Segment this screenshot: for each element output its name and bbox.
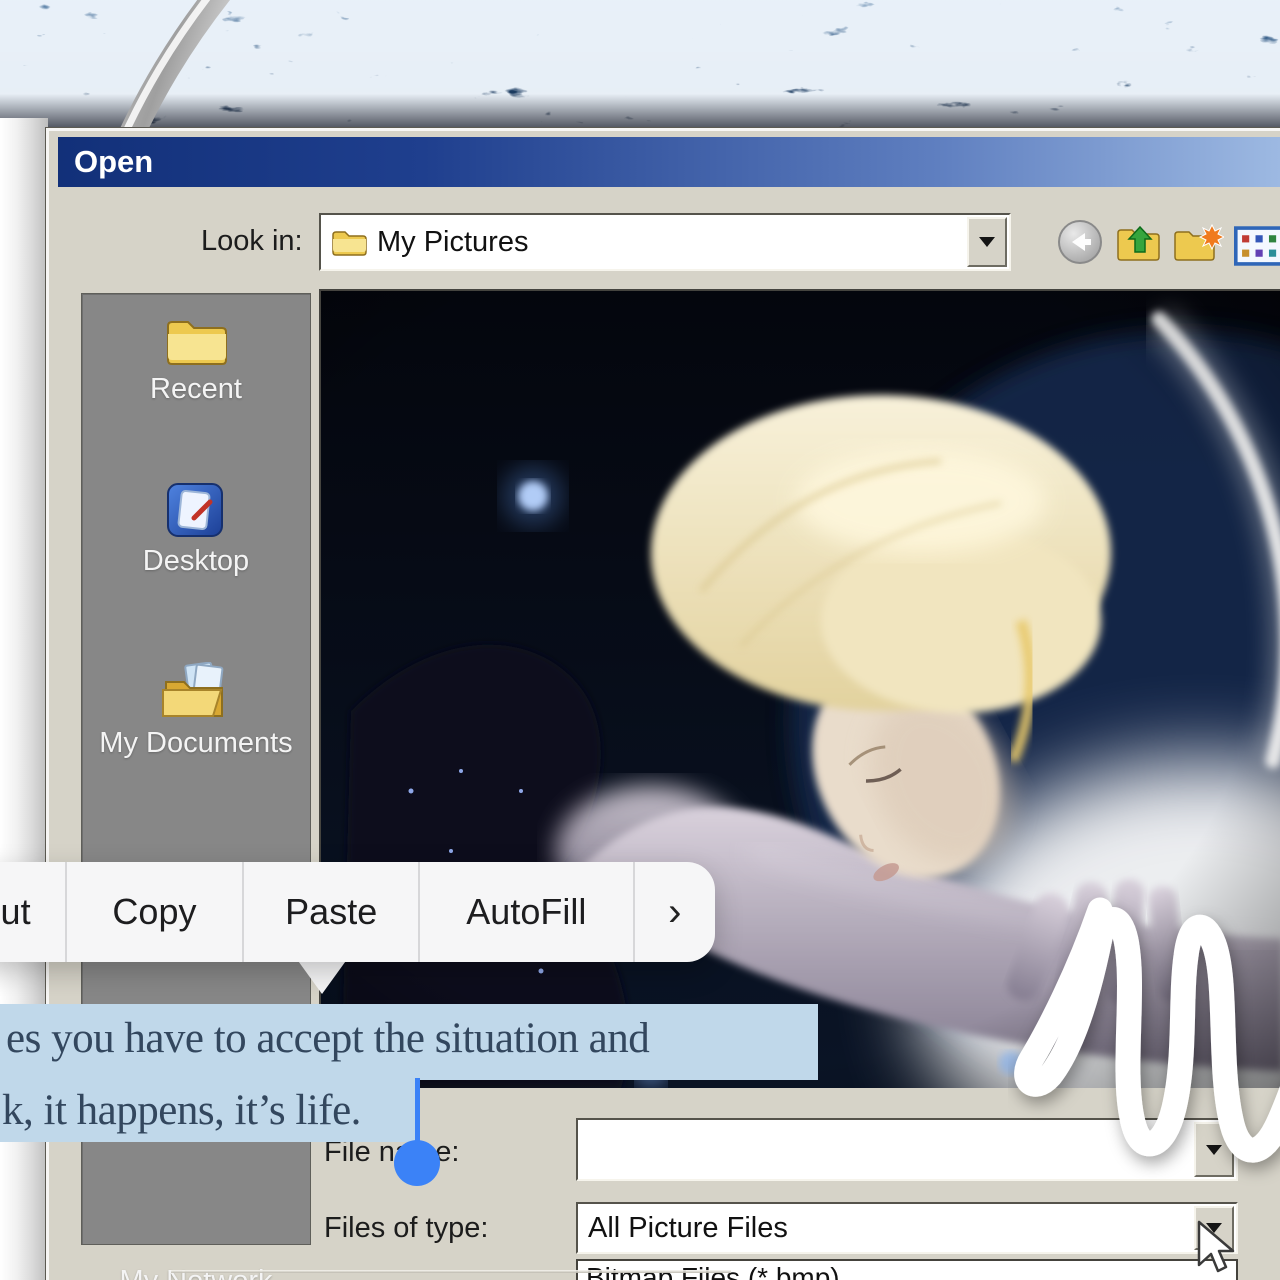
sidebar-item-my-documents[interactable]: My Documents [82, 662, 310, 760]
context-menu-tail [296, 958, 348, 994]
sidebar-item-desktop[interactable]: Desktop [82, 480, 310, 578]
files-of-type-value: All Picture Files [588, 1212, 788, 1245]
views-grid-icon [1234, 224, 1280, 268]
quote-line-1: es you have to accept the situation and [6, 1014, 649, 1063]
look-in-dropdown-button[interactable] [967, 217, 1007, 267]
chevron-right-icon: › [668, 890, 681, 935]
menu-item-label: Paste [285, 891, 377, 933]
script-w-icon [1008, 878, 1280, 1188]
sidebar-item-recent[interactable]: Recent [82, 314, 310, 406]
files-of-type-combobox[interactable]: All Picture Files [576, 1202, 1238, 1254]
title-bar: Open [58, 137, 1280, 187]
menu-item-paste[interactable]: Paste [244, 862, 418, 962]
menu-item-more[interactable]: › [635, 862, 715, 962]
look-in-combobox[interactable]: My Pictures [319, 213, 1011, 271]
back-icon [1057, 219, 1103, 265]
selection-handle[interactable] [415, 1078, 420, 1144]
menu-item-autofill[interactable]: AutoFill [420, 862, 633, 962]
new-folder-button[interactable] [1172, 220, 1224, 268]
menu-item-label: Copy [112, 891, 196, 933]
dropdown-arrow-icon [979, 237, 995, 247]
views-menu-button[interactable] [1234, 222, 1280, 270]
window-title: Open [74, 144, 153, 179]
menu-item-label: AutoFill [466, 891, 586, 933]
new-folder-icon [1172, 223, 1224, 265]
screenshot-root: Open Look in: My Pictures [0, 0, 1280, 1280]
back-button[interactable] [1054, 218, 1106, 266]
selection-handle-dot[interactable] [394, 1140, 440, 1186]
up-one-level-button[interactable] [1114, 220, 1166, 268]
context-menu: ut Copy Paste AutoFill › [0, 862, 715, 962]
open-folder-documents-icon [161, 662, 231, 722]
folder-up-icon [1115, 223, 1165, 265]
files-of-type-label: Files of type: [324, 1212, 488, 1245]
mouse-cursor [1196, 1220, 1240, 1278]
quote-line-2: k, it happens, it’s life. [2, 1086, 361, 1135]
sidebar-item-label: My Documents [82, 727, 310, 760]
look-in-label: Look in: [201, 225, 303, 258]
folder-icon [164, 314, 228, 368]
divider [171, 1270, 731, 1273]
desktop-icon [166, 480, 226, 540]
folder-icon [331, 227, 367, 257]
watermark-letter: w [1008, 878, 1280, 1193]
sidebar-item-label: Recent [82, 373, 310, 406]
look-in-value: My Pictures [377, 226, 528, 259]
menu-item-label: ut [1, 891, 31, 933]
menu-item-cut[interactable]: ut [0, 862, 65, 962]
sidebar-item-label: Desktop [82, 545, 310, 578]
menu-item-copy[interactable]: Copy [67, 862, 243, 962]
